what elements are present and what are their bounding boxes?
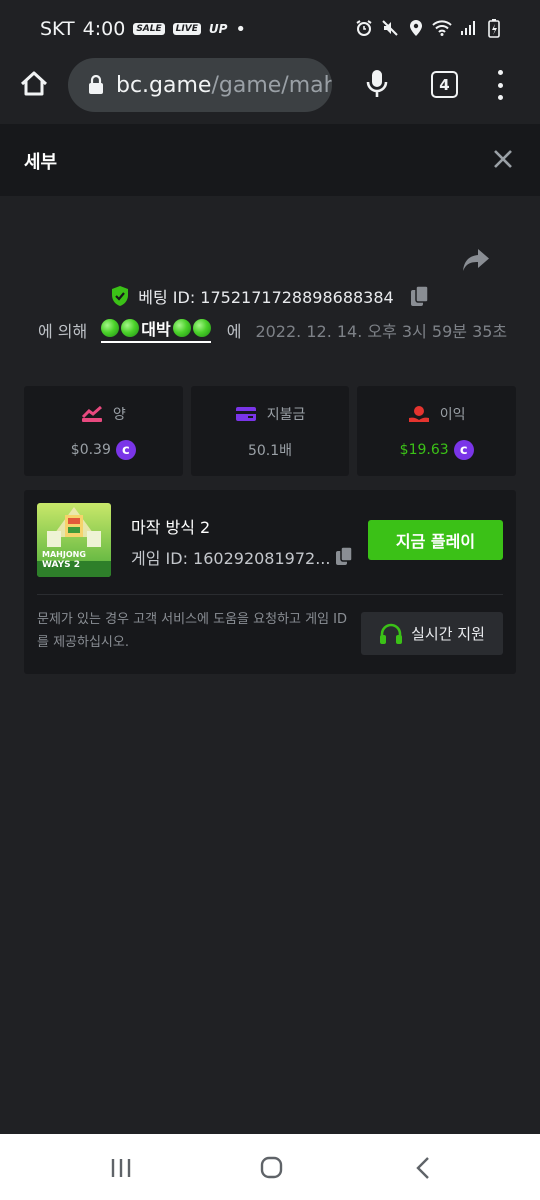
green-ball-icon: [101, 319, 120, 337]
stat-amount: 양 $0.39 c: [24, 386, 183, 476]
game-name: 마작 방식 2: [131, 518, 211, 537]
signal-icon: [458, 18, 478, 38]
stat-label: 양: [112, 407, 126, 423]
wifi-icon: [432, 18, 452, 38]
divider: [37, 594, 503, 595]
alarm-icon: [354, 18, 374, 38]
bet-owner-row: 에 의해 대박 에 2022. 12. 14. 오후 3시 59분 35초: [38, 316, 507, 343]
game-id: 게임 ID: 160292081972...: [131, 549, 331, 568]
bet-amount-icon: [81, 405, 102, 422]
game-thumbnail[interactable]: MAHJONG WAYS 2: [37, 503, 111, 577]
back-icon[interactable]: [416, 1156, 430, 1180]
bet-date: 2022. 12. 14. 오후 3시 59분 35초: [255, 321, 508, 341]
stat-header: 이익: [357, 404, 516, 424]
game-card: MAHJONG WAYS 2 마작 방식 2 게임 ID: 1602920819…: [24, 490, 516, 674]
status-right: [354, 18, 504, 38]
stat-value-row: $0.39 c: [24, 440, 183, 460]
stat-header: 양: [24, 404, 183, 424]
url-path: /game/mah: [211, 72, 332, 98]
page-title: 세부: [24, 152, 58, 173]
system-nav-bar: [0, 1134, 540, 1200]
coin-icon: c: [453, 440, 474, 460]
status-left: SKT 4:00 SALE LIVE UP •: [40, 18, 246, 40]
stat-profit: 이익 $19.63 c: [357, 386, 517, 476]
browser-toolbar: bc.game/game/mah 4: [0, 58, 540, 124]
live-support-label: 실시간 지원: [411, 625, 485, 643]
user-name: 대박: [141, 320, 171, 339]
status-bar: SKT 4:00 SALE LIVE UP •: [0, 0, 540, 58]
stat-value: $19.63: [399, 442, 449, 458]
lock-icon: [89, 75, 103, 94]
thumb-title-line1: MAHJONG: [42, 550, 86, 559]
bet-id: 베팅 ID: 1752171728898688384: [138, 288, 394, 307]
clock: 4:00: [82, 18, 126, 40]
tab-switcher-button[interactable]: 4: [431, 71, 458, 98]
mute-icon: [380, 18, 400, 38]
bet-stats: 양 $0.39 c 지불금 50.1배 이익 $19.63 c: [24, 386, 517, 476]
url-text[interactable]: bc.game/game/mah: [116, 73, 332, 98]
carrier-label: SKT: [40, 18, 75, 40]
help-text: 문제가 있는 경우 고객 서비스에 도움을 요청하고 게임 ID를 제공하십시오…: [37, 612, 348, 650]
details-header: 세부: [0, 124, 540, 196]
notification-dot-icon: •: [235, 18, 247, 40]
location-icon: [406, 18, 426, 38]
close-icon[interactable]: [492, 148, 514, 170]
thumb-title-line2: WAYS 2: [42, 560, 80, 570]
nav-home-icon[interactable]: [260, 1156, 283, 1179]
stat-header: 지불금: [191, 404, 350, 424]
user-name-link[interactable]: 대박: [101, 316, 211, 343]
home-icon[interactable]: [18, 68, 50, 100]
coin-icon: c: [115, 440, 136, 460]
by-label: 에 의해: [38, 321, 88, 341]
recents-icon[interactable]: [110, 1158, 132, 1178]
at-label: 에: [226, 321, 242, 341]
green-ball-icon: [121, 319, 140, 337]
copy-icon[interactable]: [335, 546, 353, 566]
live-support-button[interactable]: 실시간 지원: [361, 612, 503, 655]
profit-icon: [408, 406, 429, 422]
share-icon[interactable]: [462, 248, 490, 272]
live-badge: LIVE: [172, 23, 201, 35]
up-badge: UP: [208, 22, 228, 36]
microphone-icon[interactable]: [364, 68, 390, 100]
address-bar[interactable]: bc.game/game/mah: [68, 58, 332, 112]
stat-value-row: $19.63 c: [357, 440, 516, 460]
stat-label: 이익: [439, 407, 466, 423]
payout-card-icon: [235, 407, 256, 421]
stat-payout: 지불금 50.1배: [190, 386, 350, 476]
green-ball-icon: [172, 319, 191, 337]
verified-shield-icon: [112, 286, 129, 306]
stat-value: $0.39: [70, 442, 111, 458]
stat-value: 50.1배: [247, 443, 293, 459]
headphones-icon: [380, 623, 403, 644]
sale-badge: SALE: [133, 23, 165, 35]
more-menu-icon[interactable]: [494, 70, 506, 100]
bet-id-row: 베팅 ID: 1752171728898688384: [0, 284, 540, 308]
green-ball-icon: [192, 319, 211, 337]
stat-label: 지불금: [266, 407, 306, 423]
url-host: bc.game: [116, 72, 212, 98]
play-now-button[interactable]: 지금 플레이: [368, 520, 503, 560]
battery-icon: [484, 18, 504, 38]
copy-icon[interactable]: [410, 285, 430, 307]
stat-value-row: 50.1배: [191, 440, 350, 460]
